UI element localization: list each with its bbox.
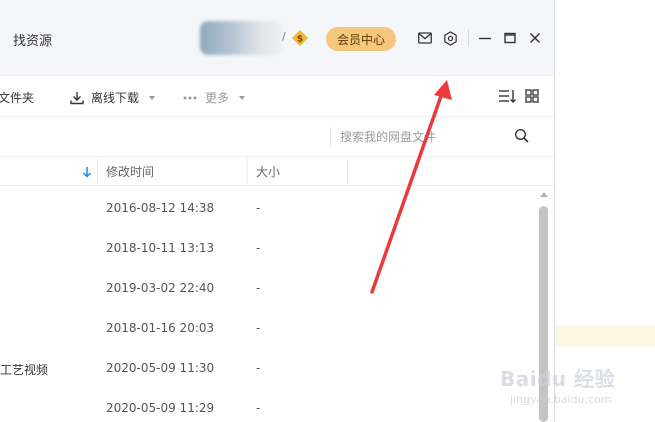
- more-dots-icon: [183, 96, 197, 99]
- scroll-up-arrow-icon[interactable]: [540, 192, 548, 197]
- table-row[interactable]: 2019-03-02 22:40 -: [0, 268, 536, 308]
- more-label: 更多: [205, 91, 230, 105]
- minimize-icon[interactable]: [476, 29, 494, 47]
- close-icon[interactable]: [526, 29, 544, 47]
- grid-view-icon: [525, 89, 539, 103]
- file-size: -: [256, 281, 261, 295]
- svip-badge-icon[interactable]: $: [291, 29, 309, 47]
- search-row: [0, 118, 554, 156]
- file-modified-time: 2016-08-12 14:38: [106, 201, 215, 215]
- member-center-button[interactable]: 会员中心: [326, 27, 396, 51]
- search-input[interactable]: [340, 127, 505, 147]
- column-separator[interactable]: [97, 157, 98, 185]
- new-folder-label: 文件夹: [0, 91, 35, 105]
- file-size: -: [256, 321, 261, 335]
- netdisk-window: 找资源 / $ 会员中心 文件夹 离线下载 更多 搜索我的网盘文件 修改时间 大…: [0, 0, 555, 422]
- watermark-brand: Baidu 经验: [500, 367, 616, 391]
- file-list: 2016-08-12 14:38 - 2018-10-11 13:13 - 20…: [0, 188, 536, 422]
- file-name: 工艺视频: [0, 363, 49, 377]
- svg-text:$: $: [297, 35, 303, 45]
- search-divider: [330, 127, 331, 147]
- table-row[interactable]: 2018-10-11 13:13 -: [0, 228, 536, 268]
- download-icon: [70, 91, 84, 104]
- column-header-modified[interactable]: 修改时间: [106, 157, 154, 185]
- offline-download-label: 离线下载: [91, 91, 140, 105]
- table-row[interactable]: 2020-05-09 11:29 -: [0, 388, 536, 422]
- column-separator[interactable]: [247, 157, 248, 185]
- file-modified-time: 2018-10-11 13:13: [106, 241, 215, 255]
- toolbar: 文件夹 离线下载 更多: [0, 77, 554, 117]
- background-strip: [555, 325, 655, 347]
- table-row[interactable]: 工艺视频 2020-05-09 11:30 -: [0, 348, 536, 388]
- grid-view-button[interactable]: [525, 89, 539, 103]
- file-size: -: [256, 201, 261, 215]
- file-size: -: [256, 241, 261, 255]
- mail-icon[interactable]: [416, 29, 434, 47]
- watermark-url: jingyan.baidu.com: [510, 393, 612, 406]
- maximize-icon[interactable]: [501, 29, 519, 47]
- settings-icon[interactable]: [441, 29, 459, 47]
- more-button[interactable]: 更多: [183, 89, 246, 106]
- column-separator[interactable]: [347, 157, 348, 185]
- file-modified-time: 2019-03-02 22:40: [106, 281, 215, 295]
- table-row[interactable]: 2018-01-16 20:03 -: [0, 308, 536, 348]
- file-size: -: [256, 361, 261, 375]
- screenshot-stage: 找资源 / $ 会员中心 文件夹 离线下载 更多 搜索我的网盘文件 修改时间 大…: [0, 0, 655, 422]
- vip-level-mark: /: [282, 30, 286, 43]
- chevron-down-icon: [239, 95, 246, 100]
- sort-list-icon: [499, 90, 516, 103]
- chevron-down-icon: [149, 95, 156, 100]
- title-bar: 找资源 / $ 会员中心: [0, 0, 554, 76]
- file-modified-time: 2020-05-09 11:29: [106, 401, 215, 415]
- new-folder-button[interactable]: 文件夹: [0, 89, 34, 106]
- avatar[interactable]: [200, 21, 282, 55]
- search-icon[interactable]: [514, 128, 530, 144]
- tab-find-resources[interactable]: 找资源: [13, 30, 52, 49]
- file-size: -: [256, 401, 261, 415]
- file-modified-time: 2018-01-16 20:03: [106, 321, 215, 335]
- sort-button[interactable]: [498, 88, 516, 104]
- titlebar-separator: [468, 29, 469, 47]
- sort-desc-arrow-icon[interactable]: [82, 166, 92, 178]
- table-header: 修改时间 大小: [0, 156, 554, 186]
- file-modified-time: 2020-05-09 11:30: [106, 361, 215, 375]
- offline-download-button[interactable]: 离线下载: [70, 89, 156, 106]
- table-row[interactable]: 2016-08-12 14:38 -: [0, 188, 536, 228]
- column-header-size[interactable]: 大小: [256, 157, 280, 185]
